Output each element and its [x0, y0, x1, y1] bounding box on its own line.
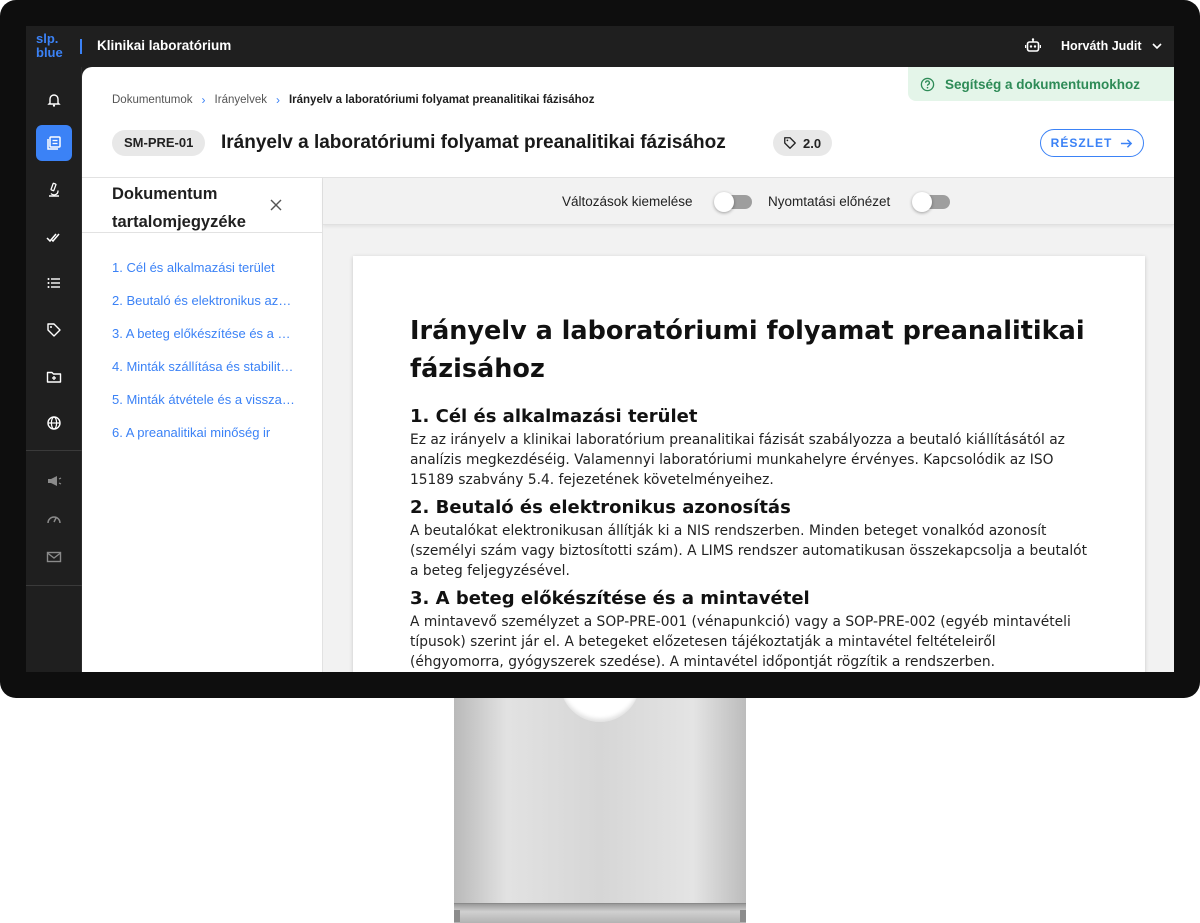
version-badge: 2.0: [773, 130, 833, 156]
table-of-contents-panel: Dokumentum tartalomjegyzéke 1. Cél és al…: [82, 178, 323, 672]
sidebar-item-folders[interactable]: [36, 359, 72, 395]
help-documents-button[interactable]: Segítség a dokumentumokhoz: [908, 67, 1174, 101]
globe-icon: [47, 416, 61, 430]
document-heading: Irányelv a laboratóriumi folyamat preana…: [410, 316, 1085, 384]
sidebar-item-messages[interactable]: [36, 539, 72, 575]
toc-divider: [82, 232, 323, 233]
section-title: 2. Beutaló és elektronikus azonosítás: [410, 497, 791, 518]
detail-button[interactable]: RÉSZLET: [1040, 129, 1144, 157]
user-menu-name[interactable]: Horváth Judit: [1061, 39, 1142, 53]
document-viewer: Változások kiemelése Nyomtatási előnézet…: [323, 178, 1174, 672]
sidebar-item-approvals[interactable]: [36, 219, 72, 255]
toc-item[interactable]: 1. Cél és alkalmazási terület: [112, 260, 297, 275]
detail-button-label: RÉSZLET: [1050, 136, 1113, 150]
help-label: Segítség a dokumentumokhoz: [945, 76, 1141, 92]
breadcrumb-documents[interactable]: Dokumentumok: [112, 94, 193, 106]
toc-title: Dokumentum tartalomjegyzéke: [112, 185, 246, 231]
toc-item[interactable]: 3. A beteg előkészítése és a mintavétel: [112, 326, 297, 341]
app-logo[interactable]: slp. blue: [36, 32, 63, 60]
chevron-right-icon: ›: [275, 93, 280, 107]
folder-add-icon: [46, 371, 62, 383]
documents-icon: [47, 136, 61, 150]
chevron-right-icon: ›: [201, 93, 206, 107]
breadcrumb-guidelines[interactable]: Irányelvek: [215, 94, 267, 106]
assistant-bot-icon[interactable]: [1025, 38, 1041, 54]
toc-item[interactable]: 2. Beutaló és elektronikus azonosítás: [112, 293, 297, 308]
arrow-right-icon: [1121, 138, 1133, 148]
document-page: Irányelv a laboratóriumi folyamat preana…: [353, 256, 1145, 672]
breadcrumb-current: Irányelv a laboratóriumi folyamat preana…: [288, 94, 595, 106]
chevron-down-icon[interactable]: [1151, 40, 1163, 52]
toc-item[interactable]: 6. A preanalitikai minőség ir: [112, 425, 297, 440]
tag-icon: [47, 323, 61, 337]
double-check-icon: [46, 233, 60, 243]
microscope-icon: [49, 182, 59, 197]
highlight-changes-toggle[interactable]: [714, 192, 752, 212]
document-code-badge: SM-PRE-01: [112, 130, 206, 156]
version-label: 2.0: [803, 135, 822, 151]
breadcrumb: Dokumentumok › Irányelvek › Irányelv a l…: [112, 93, 594, 107]
page-title: Irányelv a laboratóriumi folyamat preana…: [221, 132, 726, 153]
sidebar-item-tags[interactable]: [36, 312, 72, 348]
sidebar-divider: [26, 585, 82, 586]
highlight-changes-label: Változások kiemelése: [562, 194, 693, 209]
section-text: A beutalókat elektronikusan állítják ki …: [410, 523, 1087, 579]
section-title: 1. Cél és alkalmazási terület: [410, 406, 698, 427]
sidebar-item-laboratory[interactable]: [36, 172, 72, 208]
top-bar: slp. blue Klinikai laboratórium Horváth …: [26, 26, 1174, 67]
list-icon: [47, 278, 60, 288]
section-text: A mintavevő személyzet a SOP-PRE-001 (vé…: [410, 614, 1071, 670]
print-preview-label: Nyomtatási előnézet: [768, 194, 891, 209]
viewer-toolbar: Változások kiemelése Nyomtatási előnézet: [323, 178, 1174, 225]
megaphone-icon: [48, 476, 62, 486]
app-screen: slp. blue Klinikai laboratórium Horváth …: [26, 26, 1174, 672]
toc-item[interactable]: 4. Minták szállítása és stabilitása: [112, 359, 297, 374]
bell-icon: [47, 94, 61, 107]
logo-divider: [80, 39, 82, 54]
main-content: Segítség a dokumentumokhoz Dokumentumok …: [82, 67, 1174, 672]
monitor-stand: [454, 690, 746, 905]
mail-icon: [46, 551, 62, 563]
app-title: Klinikai laboratórium: [97, 38, 232, 53]
monitor-frame: slp. blue Klinikai laboratórium Horváth …: [0, 0, 1200, 698]
sidebar-nav: [26, 67, 82, 672]
toggle-knob: [714, 192, 734, 212]
sidebar-item-documents[interactable]: [36, 125, 72, 161]
sidebar-item-web[interactable]: [36, 405, 72, 441]
sidebar-divider: [26, 450, 82, 451]
sidebar-item-notifications[interactable]: [36, 82, 72, 118]
tag-icon: [784, 137, 796, 149]
sidebar-item-announcements[interactable]: [36, 463, 72, 499]
section-text: Ez az irányelv a klinikai laboratórium p…: [410, 432, 1065, 488]
sidebar-item-lists[interactable]: [36, 265, 72, 301]
gauge-icon: [47, 516, 61, 524]
close-icon[interactable]: [268, 197, 284, 213]
help-circle-icon: [920, 77, 935, 91]
section-title: 3. A beteg előkészítése és a mintavétel: [410, 588, 810, 609]
toc-item[interactable]: 5. Minták átvétele és a visszautasítás: [112, 392, 297, 407]
sidebar-item-dashboard[interactable]: [36, 501, 72, 537]
print-preview-toggle[interactable]: [912, 192, 950, 212]
monitor-stand-base: [454, 903, 746, 923]
toggle-knob: [912, 192, 932, 212]
